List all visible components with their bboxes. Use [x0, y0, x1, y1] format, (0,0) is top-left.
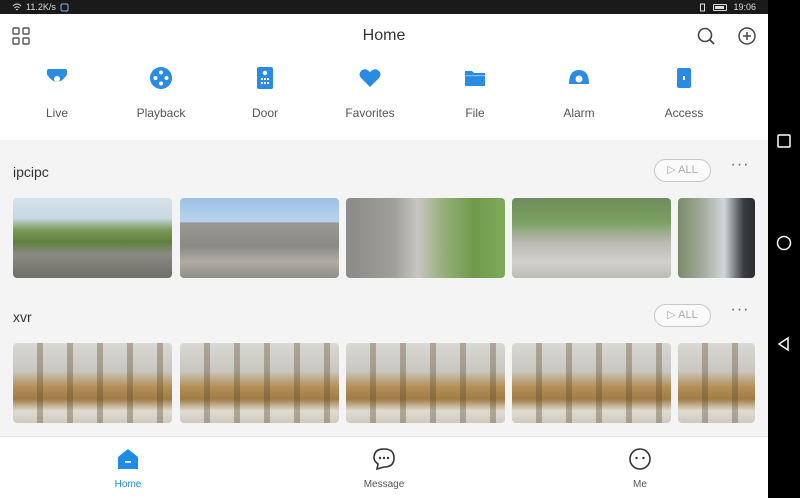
quick-action-playback[interactable]: Playback [109, 60, 213, 140]
message-icon [373, 448, 395, 471]
access-icon [677, 68, 691, 88]
camera-thumbnail[interactable] [180, 198, 339, 278]
add-device-icon[interactable] [737, 26, 757, 46]
app-notification-icon [60, 3, 69, 11]
me-icon [629, 448, 651, 470]
door-icon [257, 67, 273, 89]
nav-label: Home [114, 479, 142, 490]
camera-thumbnail[interactable] [678, 343, 755, 423]
status-bar: 11.2K/s 19:06 [0, 0, 768, 14]
camera-thumbnail[interactable] [13, 198, 172, 278]
camera-thumbnail[interactable] [512, 198, 671, 278]
view-all-label: ALL [678, 309, 698, 321]
system-navigation-bar [768, 0, 800, 498]
more-options-icon[interactable]: ··· [730, 157, 750, 176]
group-title: xvr [13, 309, 32, 325]
nav-tab-message[interactable]: Message [324, 437, 444, 498]
quick-action-door[interactable]: Door [213, 60, 317, 140]
quick-action-alarm[interactable]: Alarm [527, 60, 631, 140]
device-group-ipcipc: ipcipc ▷ ALL ··· [0, 147, 768, 287]
vibrate-icon [700, 3, 706, 11]
page-title: Home [362, 27, 406, 44]
heart-icon [359, 69, 381, 87]
back-button-icon[interactable] [776, 336, 792, 352]
app-header: Home [0, 14, 768, 60]
home-icon [118, 449, 138, 469]
camera-thumbnail[interactable] [512, 343, 671, 423]
wifi-icon [12, 3, 22, 10]
camera-thumbnail[interactable] [13, 343, 172, 423]
view-all-label: ALL [678, 164, 698, 176]
quick-action-label: Live [45, 106, 68, 120]
device-group-xvr: xvr ▷ ALL ··· [0, 292, 768, 432]
search-icon[interactable] [696, 26, 716, 46]
quick-action-label: Access [664, 106, 704, 120]
quick-action-label: Door [251, 106, 278, 120]
camera-thumbnail[interactable] [678, 198, 755, 278]
camera-thumbnail[interactable] [346, 198, 505, 278]
view-all-button[interactable]: ▷ ALL [654, 159, 711, 182]
view-all-button[interactable]: ▷ ALL [654, 304, 711, 327]
quick-action-file[interactable]: File [423, 60, 527, 140]
quick-action-label: Favorites [345, 106, 395, 120]
alarm-icon [569, 70, 589, 84]
quick-action-label: Alarm [563, 106, 595, 120]
quick-actions-bar: Live Playback Door Favorites File Alarm … [0, 60, 768, 140]
app-screen: 11.2K/s 19:06 Home Live Playback Door Fa… [0, 0, 768, 498]
folder-icon [465, 71, 485, 86]
play-icon: ▷ [667, 309, 676, 321]
more-options-icon[interactable]: ··· [730, 302, 750, 321]
nav-label: Message [363, 479, 405, 490]
quick-action-live[interactable]: Live [5, 60, 109, 140]
quick-action-label: Playback [136, 106, 186, 120]
camera-icon [47, 69, 67, 82]
quick-action-access[interactable]: Access [632, 60, 736, 140]
quick-action-label: File [465, 106, 485, 120]
camera-thumbnail[interactable] [346, 343, 505, 423]
nav-label: Me [633, 479, 647, 490]
tablet-device: 11.2K/s 19:06 Home Live Playback Door Fa… [0, 0, 800, 498]
bottom-navigation: Home Message Me [0, 436, 768, 498]
nav-tab-home[interactable]: Home [68, 437, 188, 498]
network-speed: 11.2K/s [26, 2, 56, 12]
camera-thumbnail[interactable] [180, 343, 339, 423]
battery-icon [713, 3, 728, 11]
quick-action-favorites[interactable]: Favorites [318, 60, 422, 140]
playback-icon [150, 67, 172, 89]
clock: 19:06 [733, 2, 756, 12]
recent-apps-icon[interactable] [776, 133, 792, 149]
play-icon: ▷ [667, 164, 676, 176]
group-title: ipcipc [13, 164, 49, 180]
home-button-icon[interactable] [776, 235, 792, 251]
nav-tab-me[interactable]: Me [580, 437, 700, 498]
